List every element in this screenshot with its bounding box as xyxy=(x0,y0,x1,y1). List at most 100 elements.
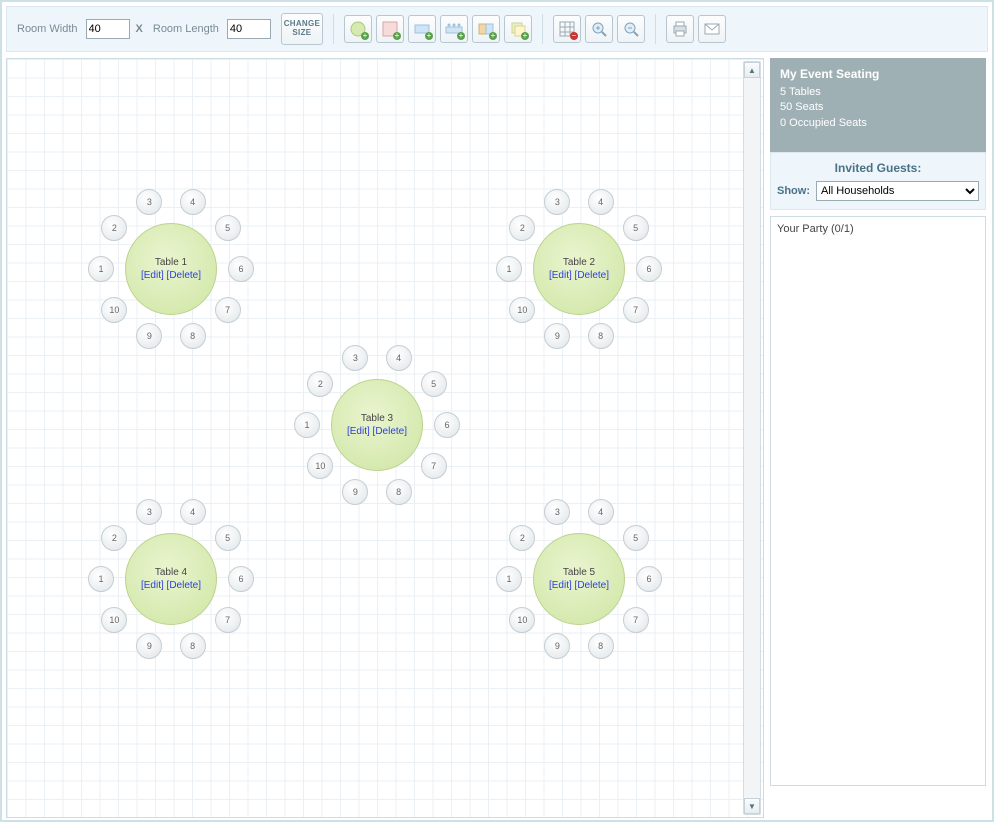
table-circle[interactable]: Table 1 [Edit] [Delete] xyxy=(125,223,217,315)
seat[interactable]: 5 xyxy=(215,215,241,241)
table-circle[interactable]: Table 5 [Edit] [Delete] xyxy=(533,533,625,625)
seat[interactable]: 8 xyxy=(386,479,412,505)
seat[interactable]: 4 xyxy=(588,189,614,215)
seat[interactable]: 3 xyxy=(544,499,570,525)
show-filter-select[interactable]: All Households xyxy=(816,181,979,201)
seat[interactable]: 8 xyxy=(588,323,614,349)
table-edit-link[interactable]: [Edit] xyxy=(141,270,164,281)
table-delete-link[interactable]: [Delete] xyxy=(167,580,201,591)
seat[interactable]: 9 xyxy=(544,633,570,659)
seat[interactable]: 1 xyxy=(88,256,114,282)
seat[interactable]: 1 xyxy=(294,412,320,438)
add-object-button[interactable]: + xyxy=(504,15,532,43)
table-edit-link[interactable]: [Edit] xyxy=(347,426,370,437)
table-delete-link[interactable]: [Delete] xyxy=(575,270,609,281)
table-circle[interactable]: Table 4[Edit] [Delete] xyxy=(125,533,217,625)
table-edit-link[interactable]: [Edit] xyxy=(549,270,572,281)
seat[interactable]: 3 xyxy=(544,189,570,215)
table-group[interactable]: Table 4[Edit] [Delete] 1 2345 6 789 10 xyxy=(80,488,260,668)
seat[interactable]: 2 xyxy=(509,215,535,241)
add-round-table-button[interactable]: + xyxy=(344,15,372,43)
table-circle[interactable]: Table 3 [Edit] [Delete] xyxy=(331,379,423,471)
seat[interactable]: 9 xyxy=(136,633,162,659)
seat[interactable]: 7 xyxy=(623,607,649,633)
seat[interactable]: 7 xyxy=(421,453,447,479)
seat[interactable]: 1 xyxy=(496,566,522,592)
seat[interactable]: 10 xyxy=(509,297,535,323)
seat[interactable]: 7 xyxy=(215,297,241,323)
envelope-icon xyxy=(703,20,721,38)
seat[interactable]: 5 xyxy=(623,215,649,241)
seat[interactable]: 9 xyxy=(544,323,570,349)
table-delete-link[interactable]: [Delete] xyxy=(167,270,201,281)
seat[interactable]: 2 xyxy=(101,525,127,551)
table-edit-link[interactable]: [Edit] xyxy=(141,580,164,591)
printer-icon xyxy=(671,20,689,38)
seat[interactable]: 4 xyxy=(386,345,412,371)
seat[interactable]: 4 xyxy=(588,499,614,525)
add-rect-table-button[interactable]: + xyxy=(408,15,436,43)
seat[interactable]: 2 xyxy=(101,215,127,241)
seat[interactable]: 2 xyxy=(509,525,535,551)
seat[interactable]: 10 xyxy=(101,297,127,323)
seat[interactable]: 6 xyxy=(228,566,254,592)
seat[interactable]: 9 xyxy=(342,479,368,505)
room-length-input[interactable] xyxy=(227,19,271,39)
seat[interactable]: 3 xyxy=(136,499,162,525)
email-button[interactable] xyxy=(698,15,726,43)
seat[interactable]: 7 xyxy=(623,297,649,323)
table-group[interactable]: Table 1 [Edit] [Delete] 1 2345 6 789 10 xyxy=(80,178,260,358)
grid-remove-button[interactable]: − xyxy=(553,15,581,43)
seat[interactable]: 10 xyxy=(307,453,333,479)
scroll-down-arrow[interactable]: ▼ xyxy=(744,798,760,814)
seat[interactable]: 10 xyxy=(101,607,127,633)
scroll-up-arrow[interactable]: ▲ xyxy=(744,62,760,78)
seat[interactable]: 6 xyxy=(636,256,662,282)
table-delete-link[interactable]: [Delete] xyxy=(575,580,609,591)
seat[interactable]: 6 xyxy=(434,412,460,438)
seat[interactable]: 3 xyxy=(342,345,368,371)
seat[interactable]: 4 xyxy=(180,499,206,525)
seat[interactable]: 6 xyxy=(636,566,662,592)
zoom-in-icon xyxy=(590,20,608,38)
show-label: Show: xyxy=(777,185,810,197)
change-size-button[interactable]: CHANGE SIZE xyxy=(281,13,323,45)
seat[interactable]: 2 xyxy=(307,371,333,397)
seat[interactable]: 5 xyxy=(623,525,649,551)
toolbar-separator xyxy=(542,14,543,44)
zoom-out-button[interactable] xyxy=(617,15,645,43)
floor-plan-canvas[interactable]: Table 1[Edit] [Delete]12345678910Table 2… xyxy=(6,58,764,818)
add-square-table-button[interactable]: + xyxy=(376,15,404,43)
table-name-label: Table 1 xyxy=(155,257,187,268)
vertical-scrollbar[interactable]: ▲ ▼ xyxy=(743,61,761,815)
seat[interactable]: 10 xyxy=(509,607,535,633)
seat[interactable]: 4 xyxy=(180,189,206,215)
room-width-input[interactable] xyxy=(86,19,130,39)
seat[interactable]: 8 xyxy=(180,323,206,349)
seat[interactable]: 6 xyxy=(228,256,254,282)
add-combo-table-button[interactable]: + xyxy=(472,15,500,43)
guest-list[interactable]: Your Party (0/1) xyxy=(770,216,986,786)
seat[interactable]: 9 xyxy=(136,323,162,349)
guest-list-item[interactable]: Your Party (0/1) xyxy=(777,221,979,237)
table-group[interactable]: Table 2[Edit] [Delete] 1 2345 6 789 10 xyxy=(488,178,668,358)
seat[interactable]: 5 xyxy=(215,525,241,551)
add-head-table-button[interactable]: + xyxy=(440,15,468,43)
table-name-label: Table 3 xyxy=(361,413,393,424)
print-button[interactable] xyxy=(666,15,694,43)
seat[interactable]: 1 xyxy=(88,566,114,592)
table-group[interactable]: Table 3 [Edit] [Delete] 1 2345 6 789 10 xyxy=(286,334,466,514)
seat[interactable]: 5 xyxy=(421,371,447,397)
seat[interactable]: 7 xyxy=(215,607,241,633)
table-edit-link[interactable]: [Edit] xyxy=(549,580,572,591)
seat[interactable]: 8 xyxy=(588,633,614,659)
seat[interactable]: 8 xyxy=(180,633,206,659)
seat[interactable]: 1 xyxy=(496,256,522,282)
zoom-in-button[interactable] xyxy=(585,15,613,43)
table-group[interactable]: Table 5 [Edit] [Delete] 1 2345 6 789 10 xyxy=(488,488,668,668)
table-delete-link[interactable]: [Delete] xyxy=(373,426,407,437)
table-circle[interactable]: Table 2[Edit] [Delete] xyxy=(533,223,625,315)
seat[interactable]: 3 xyxy=(136,189,162,215)
summary-tables: 5 Tables xyxy=(780,85,976,100)
table-name-label: Table 5 xyxy=(563,567,595,578)
